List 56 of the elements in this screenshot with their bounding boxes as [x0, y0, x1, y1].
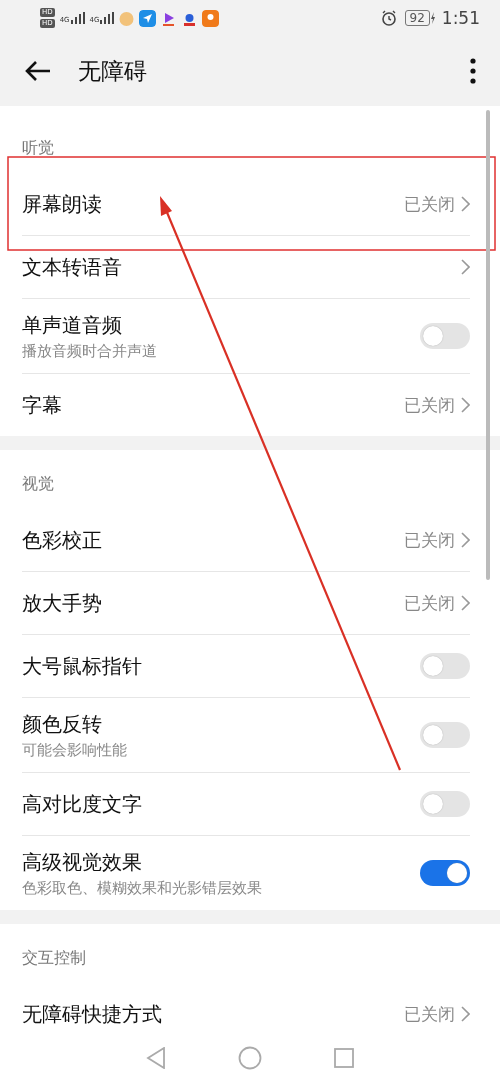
charging-icon — [429, 12, 436, 24]
toggle-switch[interactable] — [420, 791, 470, 817]
home-nav-button[interactable] — [238, 1046, 262, 1070]
setting-label: 文本转语音 — [22, 253, 123, 281]
page-title: 无障碍 — [78, 56, 148, 86]
chevron-icon — [461, 259, 470, 275]
setting-status: 已关闭 — [404, 528, 455, 552]
settings-row[interactable]: 无障碍快捷方式 已关闭 — [22, 983, 470, 1032]
settings-row[interactable]: 文本转语音 — [22, 236, 470, 299]
toggle-switch[interactable] — [420, 323, 470, 349]
setting-label: 色彩校正 — [22, 526, 103, 554]
setting-label: 高级视觉效果 — [22, 848, 143, 876]
setting-description: 可能会影响性能 — [22, 740, 128, 760]
chevron-icon — [461, 397, 470, 413]
settings-row[interactable]: 色彩校正 已关闭 — [22, 509, 470, 572]
setting-label: 单声道音频 — [22, 311, 123, 339]
setting-status: 已关闭 — [404, 393, 455, 417]
setting-description: 播放音频时合并声道 — [22, 341, 158, 361]
setting-status: 已关闭 — [404, 591, 455, 615]
toggle-switch[interactable] — [420, 722, 470, 748]
setting-label: 字幕 — [22, 391, 63, 419]
settings-row[interactable]: 字幕 已关闭 — [22, 374, 470, 436]
section-header: 听觉 — [22, 137, 55, 159]
setting-description: 色彩取色、模糊效果和光影错层效果 — [22, 878, 263, 898]
settings-row[interactable]: 高级视觉效果 色彩取色、模糊效果和光影错层效果 — [22, 836, 470, 910]
alarm-icon — [380, 10, 397, 26]
setting-label: 颜色反转 — [22, 710, 103, 738]
chevron-icon — [461, 595, 470, 611]
setting-status: 已关闭 — [404, 1002, 455, 1026]
toggle-switch[interactable] — [420, 860, 470, 886]
more-menu-button[interactable] — [470, 58, 476, 84]
setting-label: 大号鼠标指针 — [22, 652, 143, 680]
plane-app-icon — [139, 9, 157, 27]
setting-label: 放大手势 — [22, 589, 103, 617]
clock-time: 1:51 — [441, 8, 480, 28]
signal-icon — [100, 12, 115, 24]
chevron-icon — [461, 1006, 470, 1022]
signal-icon — [70, 12, 85, 24]
section-header: 交互控制 — [22, 947, 87, 969]
setting-label: 高对比度文字 — [22, 790, 143, 818]
recents-nav-button[interactable] — [334, 1048, 354, 1068]
settings-row[interactable]: 大号鼠标指针 — [22, 635, 470, 698]
chevron-icon — [461, 196, 470, 212]
setting-label: 无障碍快捷方式 — [22, 1000, 163, 1028]
setting-status: 已关闭 — [404, 192, 455, 216]
setting-label: 屏幕朗读 — [22, 190, 103, 218]
battery-level: 92 — [404, 10, 430, 26]
settings-row[interactable]: 高对比度文字 — [22, 773, 470, 836]
back-button[interactable] — [24, 60, 52, 82]
settings-row[interactable]: 颜色反转 可能会影响性能 — [22, 698, 470, 773]
section-header: 视觉 — [22, 473, 55, 495]
chevron-icon — [461, 532, 470, 548]
settings-row[interactable]: 放大手势 已关闭 — [22, 572, 470, 635]
toggle-switch[interactable] — [420, 653, 470, 679]
settings-row[interactable]: 单声道音频 播放音频时合并声道 — [22, 299, 470, 374]
back-nav-button[interactable] — [146, 1047, 166, 1069]
